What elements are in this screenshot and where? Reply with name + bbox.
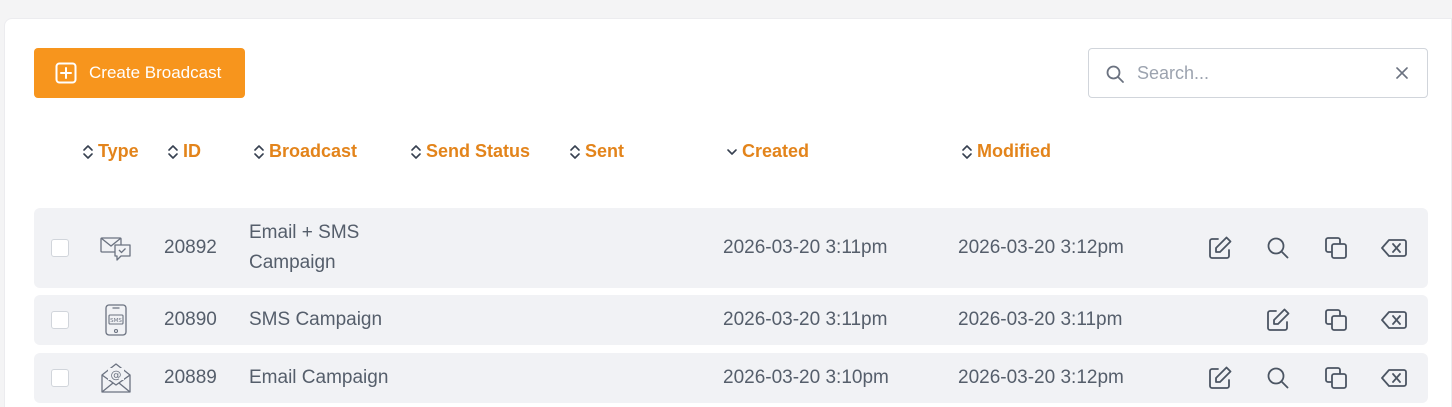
sort-both-icon — [409, 142, 423, 162]
row-created: 2026-03-20 3:11pm — [723, 309, 888, 330]
row-modified: 2026-03-20 3:12pm — [958, 367, 1124, 388]
row-checkbox[interactable] — [51, 311, 69, 329]
column-header-sent[interactable]: Sent — [568, 141, 624, 162]
sms-icon: SMS — [100, 304, 132, 336]
column-header-sent-label: Sent — [585, 141, 625, 161]
sort-both-icon — [252, 142, 266, 162]
row-broadcast-name[interactable]: Email Campaign — [249, 363, 388, 393]
view-search-icon[interactable] — [1265, 365, 1291, 391]
duplicate-icon[interactable] — [1323, 235, 1349, 261]
svg-text:@: @ — [111, 369, 122, 382]
sort-descending-icon — [725, 142, 739, 162]
delete-icon[interactable] — [1381, 235, 1407, 261]
create-broadcast-button[interactable]: Create Broadcast — [34, 48, 245, 98]
svg-text:SMS: SMS — [110, 318, 122, 324]
row-broadcast-name-line1[interactable]: Email + SMS — [249, 218, 359, 248]
clear-search-icon[interactable] — [1395, 66, 1409, 80]
search-input[interactable] — [1137, 57, 1377, 89]
search-icon — [1105, 64, 1125, 84]
sort-both-icon — [81, 142, 95, 162]
table-row[interactable]: 20892 Email + SMS Campaign 2026-03-20 3:… — [34, 208, 1428, 288]
column-header-broadcast[interactable]: Broadcast — [252, 141, 357, 162]
table-row[interactable]: SMS 20890 SMS Campaign 2026-03-20 3:11pm… — [34, 295, 1428, 345]
edit-icon[interactable] — [1265, 307, 1291, 333]
email-icon: @ — [100, 362, 132, 394]
column-header-type[interactable]: Type — [81, 141, 139, 162]
row-id: 20889 — [164, 367, 217, 388]
row-id: 20892 — [164, 237, 217, 258]
sort-both-icon — [166, 142, 180, 162]
row-checkbox[interactable] — [51, 239, 69, 257]
view-search-icon[interactable] — [1265, 235, 1291, 261]
duplicate-icon[interactable] — [1323, 307, 1349, 333]
delete-icon[interactable] — [1381, 307, 1407, 333]
sort-both-icon — [568, 142, 582, 162]
column-header-type-label: Type — [98, 141, 139, 161]
edit-icon[interactable] — [1207, 365, 1233, 391]
sort-both-icon — [960, 142, 974, 162]
plus-square-icon — [55, 62, 77, 84]
column-header-modified-label: Modified — [977, 141, 1051, 161]
edit-icon[interactable] — [1207, 235, 1233, 261]
column-header-id-label: ID — [183, 141, 201, 161]
column-header-id[interactable]: ID — [166, 141, 201, 162]
row-broadcast-name[interactable]: SMS Campaign — [249, 305, 382, 335]
duplicate-icon[interactable] — [1323, 365, 1349, 391]
column-header-modified[interactable]: Modified — [960, 141, 1051, 162]
row-created: 2026-03-20 3:11pm — [723, 237, 888, 258]
delete-icon[interactable] — [1381, 365, 1407, 391]
column-header-send-status-label: Send Status — [426, 141, 531, 161]
row-modified: 2026-03-20 3:12pm — [958, 237, 1124, 258]
row-broadcast-name-line2[interactable]: Campaign — [249, 248, 336, 278]
column-header-created[interactable]: Created — [725, 141, 809, 162]
row-checkbox[interactable] — [51, 369, 69, 387]
table-row[interactable]: @ 20889 Email Campaign 2026-03-20 3:10pm… — [34, 353, 1428, 403]
row-modified: 2026-03-20 3:11pm — [958, 309, 1123, 330]
column-header-created-label: Created — [742, 141, 810, 161]
column-header-broadcast-label: Broadcast — [269, 141, 358, 161]
column-header-send-status[interactable]: Send Status — [409, 141, 530, 162]
email-sms-icon — [100, 232, 132, 264]
broadcast-list-card: Create Broadcast Type ID Broadcast Send … — [4, 18, 1452, 407]
create-broadcast-label: Create Broadcast — [89, 63, 222, 82]
row-created: 2026-03-20 3:10pm — [723, 367, 889, 388]
row-id: 20890 — [164, 309, 217, 330]
search-box — [1088, 48, 1428, 98]
